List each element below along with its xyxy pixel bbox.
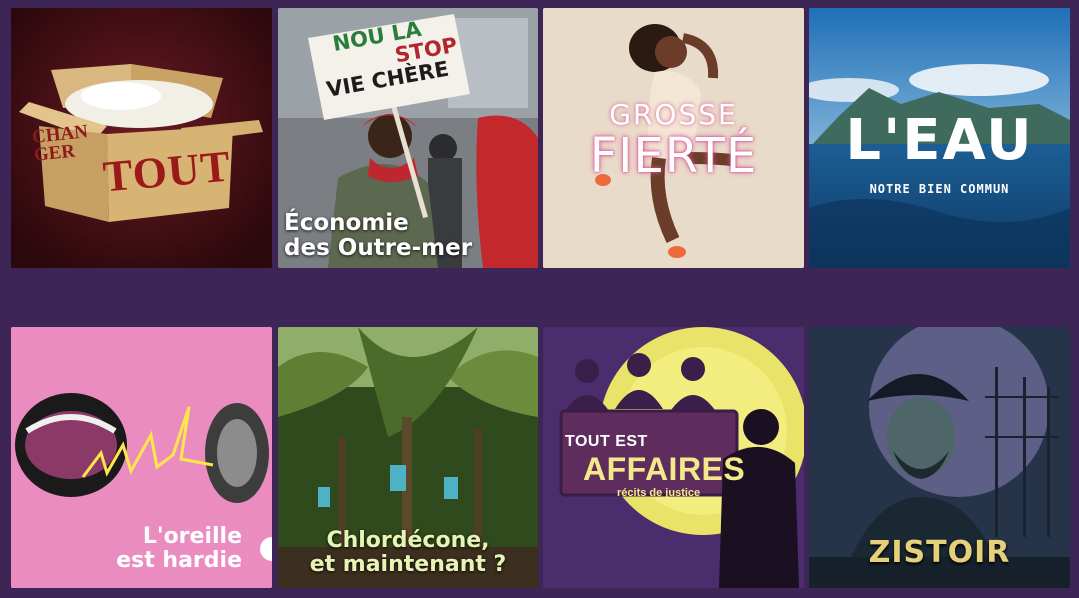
leau-title: L'EAU xyxy=(845,108,1034,173)
tile-caption: Chlordécone, et maintenant ? xyxy=(309,527,507,578)
podcast-tile-chlordecone[interactable]: Chlordécone, et maintenant ? xyxy=(278,327,538,588)
grosse-label: GROSSE xyxy=(609,98,738,131)
podcast-tile-oreille-hardie[interactable]: L'oreille est hardie xyxy=(11,327,272,588)
podcast-tile-leau[interactable]: L'EAU NOTRE BIEN COMMUN xyxy=(809,8,1070,268)
podcast-tile-tout-est-affaires[interactable]: TOUT EST AFFAIRES récits de justice xyxy=(543,327,804,588)
affaires-label: AFFAIRES xyxy=(583,451,746,487)
tile-caption: L'oreille est hardie xyxy=(116,523,242,574)
podcast-tile-zistoir[interactable]: ZISTOIR xyxy=(809,327,1070,588)
podcast-tile-economie-outre-mer[interactable]: NOU LA STOP VIE CHÈRE Économie des Outre… xyxy=(278,8,538,268)
recits-label: récits de justice xyxy=(617,487,701,499)
fierte-label: FIERTÉ xyxy=(589,128,758,184)
zistoir-title: ZISTOIR xyxy=(868,535,1011,570)
podcast-tile-grosse-fierte[interactable]: GROSSE FIERTÉ xyxy=(543,8,804,268)
podcast-tile-changer-tout[interactable]: CHAN GER TOUT xyxy=(11,8,272,268)
changer-label: CHAN GER xyxy=(31,121,89,166)
tout-est-label: TOUT EST xyxy=(565,433,648,450)
tile-caption: Économie des Outre-mer xyxy=(284,209,473,262)
leau-subtitle: NOTRE BIEN COMMUN xyxy=(869,182,1010,196)
